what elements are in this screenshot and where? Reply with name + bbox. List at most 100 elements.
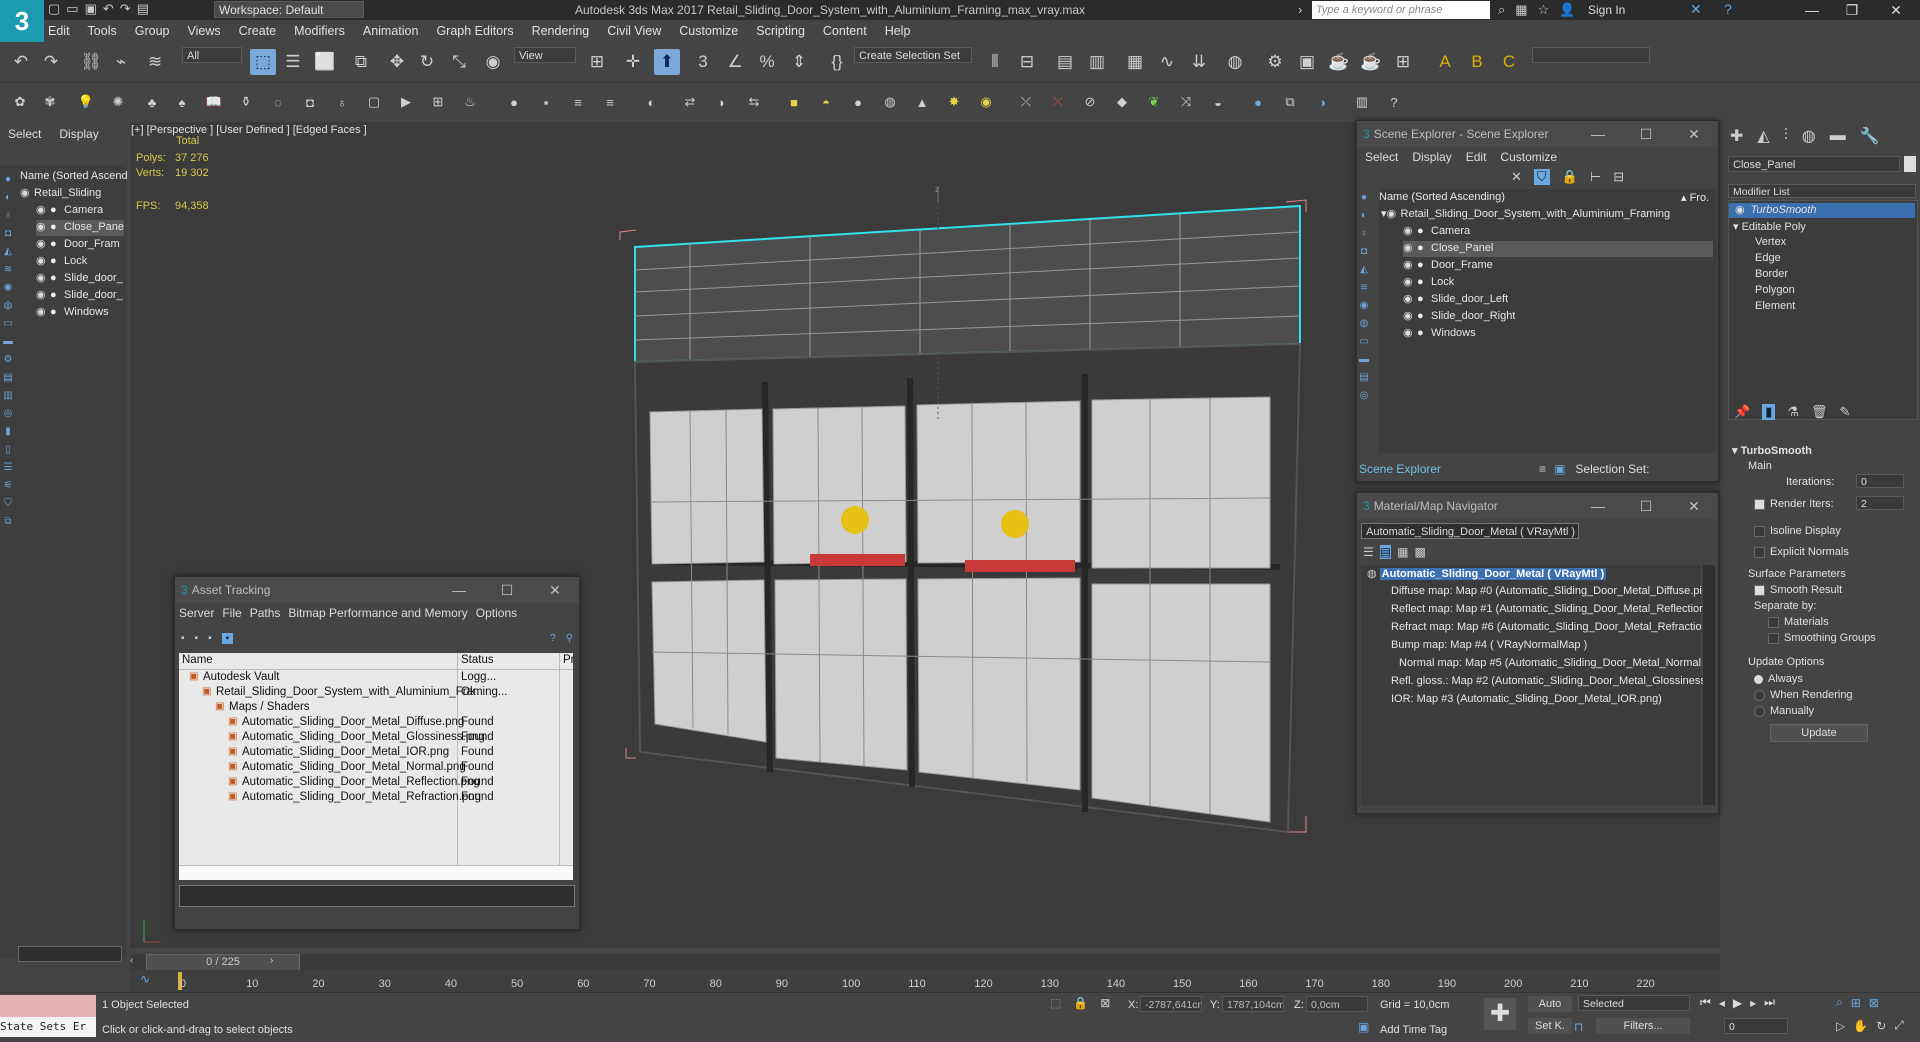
view-tree-icon[interactable]: ▪ [208,633,212,644]
maximize-icon[interactable]: ☐ [483,582,531,599]
isoline-display-row[interactable]: Isoline Display [1754,525,1841,537]
tool-d-icon[interactable]: ≡ [600,92,620,112]
minimize-icon[interactable]: — [1574,498,1622,515]
at-menu-bitmap-performance[interactable]: Bitmap Performance and Memory [288,606,467,620]
menu-group[interactable]: Group [135,24,170,38]
absolute-mode-icon[interactable]: ⊠ [1100,996,1110,1010]
filter-layers-icon[interactable]: ⧉ [2,516,14,528]
filter-display-icon[interactable]: ▯ [2,444,14,456]
collapse-icon[interactable]: ▾ [1732,445,1741,457]
eye-icon[interactable]: ◉ [36,288,50,301]
filters-button[interactable]: Filters... [1596,1018,1690,1034]
motion-tab-icon[interactable]: ◍ [1802,126,1816,146]
search-input[interactable]: Type a keyword or phrase [1312,1,1490,19]
pin-icon[interactable]: ⚲ [566,633,573,644]
eye-icon[interactable]: ◉ [36,220,50,233]
column-pr[interactable]: Pr [563,654,575,666]
lock-icon[interactable]: 🔒 [1562,169,1578,185]
se-menu-select[interactable]: Select [1365,150,1398,164]
ribbon-toggle-icon[interactable]: ▦ [1122,49,1148,75]
eye-icon[interactable]: ◉ [1403,309,1417,322]
tool-s-icon[interactable]: ◆ [1112,92,1132,112]
render-iters-row[interactable]: Render Iters: [1754,498,1834,510]
save-icon[interactable]: ▣ [85,1,97,17]
workspace-dropdown[interactable]: Workspace: Default [214,1,364,18]
scene-explorer-name[interactable]: Scene Explorer [1359,462,1441,476]
sign-in-button[interactable]: Sign In [1588,3,1625,17]
modify-tab-icon[interactable]: ◭ [1757,126,1769,146]
view-table-icon[interactable]: ▪ [221,633,234,644]
make-unique-icon[interactable]: ⚗ [1787,404,1799,420]
key-filters-icon[interactable]: ⊓ [1574,1020,1583,1034]
show-end-result-icon[interactable]: ▮ [1762,404,1776,420]
tool-r-icon[interactable]: ⊘ [1080,92,1100,112]
expand-icon[interactable]: ▾ [1733,221,1742,233]
at-menu-server[interactable]: Server [179,606,214,620]
materials-row[interactable]: Materials [1768,616,1829,628]
update-manually-row[interactable]: Manually [1754,705,1814,717]
tool-l-icon[interactable]: ◍ [880,92,900,112]
tool-i-icon[interactable]: ■ [784,92,804,112]
tool-y-icon[interactable]: ◑ [1312,92,1332,112]
left-tree-item[interactable]: ◉ ● Door_Fram [36,237,120,253]
play-icon[interactable]: ▶ [1733,996,1742,1010]
isoline-checkbox[interactable] [1754,525,1765,537]
asset-path-field[interactable] [179,885,575,907]
left-tree-item[interactable]: ◉ ● Close_Pane [36,220,124,236]
filter-helpers-icon[interactable]: ◭ [2,246,14,258]
subobject-edge[interactable]: Edge [1755,252,1781,264]
menu-graph-editors[interactable]: Graph Editors [436,24,513,38]
y-coord-field[interactable]: 1787,104cm [1222,996,1284,1012]
column-status[interactable]: Status [461,654,494,666]
current-frame-field[interactable]: 0 [1724,1018,1788,1034]
se-filter-lights-icon[interactable]: ♁ [1358,228,1370,240]
vray-light-icon[interactable]: ♁ [332,92,352,112]
tool-n-icon[interactable]: ✸ [944,92,964,112]
hierarchy-icon[interactable]: ⊢ [1590,169,1601,185]
close-window-icon[interactable]: ✕ [1876,0,1916,20]
bind-spacewarp-icon[interactable]: ≋ [142,49,168,75]
filter-lights-icon[interactable]: ♁ [2,210,14,222]
vray-book-icon[interactable]: 📖 [204,92,224,112]
current-material-field[interactable]: Automatic_Sliding_Door_Metal ( VRayMtl ) [1361,523,1579,539]
menu-create[interactable]: Create [239,24,277,38]
left-horizontal-scrollbar[interactable] [18,946,122,962]
menu-scripting[interactable]: Scripting [756,24,805,38]
asset-row[interactable]: ▣ Automatic_Sliding_Door_Metal_Normal.png… [179,761,573,776]
previous-frame-icon[interactable]: ◂ [1719,996,1725,1010]
menu-rendering[interactable]: Rendering [532,24,590,38]
x-coord-field[interactable]: -2787,641cm [1140,996,1202,1012]
at-menu-options[interactable]: Options [476,606,517,620]
se-filter-xrefs-icon[interactable]: ◍ [1358,318,1370,330]
eye-icon[interactable]: ◉ [36,203,50,216]
configure-sets-icon[interactable]: ✎ [1840,404,1851,420]
help-icon[interactable]: ? [550,633,556,644]
add-time-tag-button[interactable]: Add Time Tag [1380,1024,1447,1036]
modifier-editable-poly[interactable]: ▾ Editable Poly [1733,220,1806,233]
text-tool-b-icon[interactable]: B [1464,49,1490,75]
next-frame-icon[interactable]: › [270,955,273,966]
asset-row[interactable]: ▣ Autodesk Vault Logg... [179,671,573,686]
field-of-view-icon[interactable]: ▷ [1836,1019,1845,1033]
left-tree-item[interactable]: ◉ ● Camera [36,203,103,219]
viewport-label[interactable]: [+] [Perspective ] [User Defined ] [Edge… [131,124,367,136]
se-filter-groups-icon[interactable]: ◉ [1358,300,1370,312]
create-tab-icon[interactable]: ✚ [1730,126,1743,146]
layer-explorer-icon[interactable]: ▥ [1084,49,1110,75]
scale-icon[interactable]: ⤡ [446,49,472,75]
modifier-list-dropdown[interactable]: Modifier List [1728,184,1916,198]
asset-table-scrollbar[interactable] [179,865,573,880]
menu-tools[interactable]: Tools [88,24,117,38]
subobject-element[interactable]: Element [1755,300,1795,312]
material-map-item[interactable]: Refl. gloss.: Map #2 (Automatic_Sliding_… [1391,675,1709,691]
project-folder-icon[interactable]: ▤ [137,1,149,17]
tool-v-icon[interactable]: ◒ [1208,92,1228,112]
column-name[interactable]: Name [182,654,213,666]
rectangular-selection-icon[interactable]: ⬜ [312,49,338,75]
display-tab-icon[interactable]: ▬ [1830,127,1846,145]
filter-none-icon[interactable]: ◎ [2,408,14,420]
material-editor-icon[interactable]: ◍ [1222,49,1248,75]
state-sets-field[interactable]: State Sets Er [0,1017,96,1037]
update-when-rendering-row[interactable]: When Rendering [1754,689,1853,701]
filter-frozen-icon[interactable]: ⚙ [2,354,14,366]
